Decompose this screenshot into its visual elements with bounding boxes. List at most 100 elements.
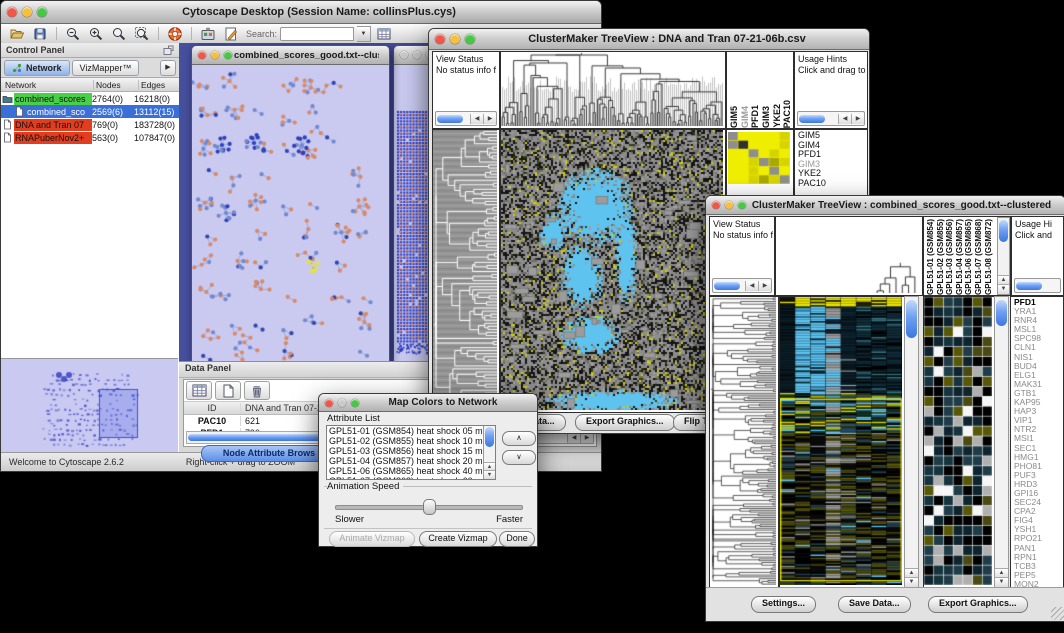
zoom-heatmap-panel[interactable] <box>923 296 995 588</box>
zoom-fit-icon[interactable] <box>132 25 152 42</box>
search-dropdown-button[interactable]: ▼ <box>357 26 371 42</box>
heatmap-vscrollbar[interactable]: ▲ ▼ <box>904 296 919 588</box>
attribute-item[interactable]: GPL51-03 (GSM856) heat shock 15 min <box>327 446 495 456</box>
scrollbar-thumb[interactable] <box>999 220 1008 242</box>
scroll-down-icon[interactable]: ▼ <box>995 577 1008 587</box>
scroll-right-icon[interactable]: ▶ <box>483 114 496 124</box>
gene-dendrogram-canvas[interactable] <box>433 130 497 410</box>
maximize-button[interactable] <box>224 51 232 59</box>
main-titlebar[interactable]: Cytoscape Desktop (Session Name: collins… <box>1 1 601 24</box>
scrollbar-thumb[interactable] <box>906 300 917 338</box>
zoom-actual-icon[interactable] <box>109 25 129 42</box>
gene-dendrogram-canvas[interactable] <box>710 297 776 585</box>
network-overview-canvas[interactable] <box>3 361 175 450</box>
move-up-button[interactable]: ∧ <box>502 431 536 446</box>
save-icon[interactable] <box>30 25 50 42</box>
close-button[interactable] <box>400 51 408 59</box>
maximize-button[interactable] <box>738 201 746 209</box>
network-window-1[interactable]: combined_scores_good.txt--cluste... <box>191 45 390 361</box>
create-vizmap-button[interactable]: Create Vizmap <box>419 531 497 547</box>
close-button[interactable] <box>198 51 206 59</box>
close-button[interactable] <box>712 201 720 209</box>
treeview2-titlebar[interactable]: ClusterMaker TreeView : combined_scores_… <box>706 196 1064 215</box>
node-attribute-browser-tab[interactable]: Node Attribute Brows <box>201 445 337 462</box>
mini-hscrollbar[interactable]: ◀ ▶ <box>797 111 865 126</box>
scroll-down-icon[interactable]: ▼ <box>484 470 495 479</box>
done-button[interactable]: Done <box>499 531 535 547</box>
mini-hscrollbar[interactable]: ◀ ▶ <box>712 278 772 293</box>
scroll-left-icon[interactable]: ◀ <box>745 281 758 291</box>
heatmap-canvas[interactable] <box>501 130 723 410</box>
attribute-item[interactable]: GPL51-07 (GSM868) heat shock 60 min <box>327 476 495 480</box>
attribute-item[interactable]: GPL51-02 (GSM855) heat shock 10 min <box>327 436 495 446</box>
column-dendrogram-canvas[interactable] <box>501 52 723 126</box>
network-tree-row[interactable]: combined_scores2764(0)16218(0) <box>1 92 179 105</box>
plugin-icon[interactable] <box>198 25 218 42</box>
resize-grip[interactable] <box>1051 607 1064 620</box>
scroll-down-icon[interactable]: ▼ <box>905 577 918 587</box>
zoom-in-icon[interactable] <box>86 25 106 42</box>
export-graphics-button[interactable]: Export Graphics... <box>575 414 675 431</box>
save-data-button[interactable]: Save Data... <box>838 596 911 613</box>
zoom-vscrollbar[interactable]: ▲ ▼ <box>994 296 1009 588</box>
scroll-left-icon[interactable]: ◀ <box>470 114 483 124</box>
move-down-button[interactable]: ∨ <box>502 450 536 465</box>
treeview1-titlebar[interactable]: ClusterMaker TreeView : DNA and Tran 07-… <box>429 29 869 50</box>
attribute-select-icon[interactable] <box>186 381 212 400</box>
annotation-icon[interactable] <box>221 25 241 42</box>
gene-label[interactable]: PAC10 <box>798 179 867 189</box>
attribute-item[interactable]: GPL51-06 (GSM865) heat shock 40 min <box>327 466 495 476</box>
scroll-right-icon[interactable]: ▶ <box>758 281 771 291</box>
float-panel-icon[interactable] <box>163 45 174 56</box>
scrollbar-thumb[interactable] <box>485 427 494 447</box>
tab-network[interactable]: Network <box>4 60 70 76</box>
minimize-button[interactable] <box>450 34 460 44</box>
new-attribute-icon[interactable] <box>215 381 241 400</box>
attribute-item[interactable]: GPL51-04 (GSM857) heat shock 20 min <box>327 456 495 466</box>
zoom-heatmap-canvas[interactable] <box>728 132 790 184</box>
gene-dendrogram-panel[interactable] <box>709 296 779 588</box>
network-overview-panel[interactable] <box>1 358 178 453</box>
export-graphics-button[interactable]: Export Graphics... <box>928 596 1028 613</box>
tab-vizmapper[interactable]: VizMapper™ <box>72 60 140 76</box>
column-dendrogram-panel[interactable] <box>775 216 923 296</box>
heatmap-panel[interactable] <box>500 129 726 413</box>
scrollbar-thumb[interactable] <box>437 115 463 123</box>
gene-dendrogram-panel[interactable] <box>432 129 500 413</box>
mini-hscrollbar[interactable] <box>1014 278 1061 293</box>
minimize-button[interactable] <box>338 399 346 407</box>
scroll-down-icon[interactable]: ▼ <box>998 284 1009 294</box>
attribute-item[interactable]: GPL51-01 (GSM854) heat shock 05 min <box>327 426 495 436</box>
network-tree-row[interactable]: RNAPuberNov2+563(0)107847(0) <box>1 131 179 144</box>
maximize-button[interactable] <box>465 34 475 44</box>
settings-button[interactable]: Settings... <box>751 596 816 613</box>
network-canvas[interactable] <box>192 65 387 361</box>
attribute-list-scrollbar[interactable]: ▲ ▼ <box>483 426 495 479</box>
close-button[interactable] <box>325 399 333 407</box>
scroll-right-icon[interactable]: ▶ <box>580 433 593 443</box>
column-labels-scrollbar[interactable]: ▲ ▼ <box>997 217 1010 295</box>
heatmap-panel[interactable] <box>779 296 905 588</box>
scrollbar-thumb[interactable] <box>714 282 740 290</box>
animate-vizmap-button[interactable]: Animate Vizmap <box>329 531 415 547</box>
minimize-button[interactable] <box>22 7 32 17</box>
maximize-button[interactable] <box>351 399 359 407</box>
column-dendrogram-panel[interactable] <box>500 51 726 129</box>
scroll-left-icon[interactable]: ◀ <box>838 114 851 124</box>
minimize-button[interactable] <box>725 201 733 209</box>
column-dendrogram-canvas[interactable] <box>776 217 920 293</box>
scrollbar-thumb[interactable] <box>996 300 1007 326</box>
tab-overflow-button[interactable]: ▶ <box>160 60 176 76</box>
delete-attribute-icon[interactable] <box>244 381 270 400</box>
heatmap-canvas[interactable] <box>780 297 902 585</box>
zoom-heatmap-canvas[interactable] <box>924 297 992 585</box>
minimize-button[interactable] <box>211 51 219 59</box>
maximize-button[interactable] <box>37 7 47 17</box>
mini-hscrollbar[interactable]: ◀ ▶ <box>435 111 497 126</box>
scrollbar-thumb[interactable] <box>799 115 825 123</box>
scrollbar-thumb[interactable] <box>1016 282 1042 290</box>
network-tree-row[interactable]: combined_sco2569(6)13112(15) <box>1 105 179 118</box>
help-lifesaver-icon[interactable] <box>165 25 185 42</box>
close-button[interactable] <box>435 34 445 44</box>
attribute-list[interactable]: GPL51-01 (GSM854) heat shock 05 minGPL51… <box>326 425 496 480</box>
